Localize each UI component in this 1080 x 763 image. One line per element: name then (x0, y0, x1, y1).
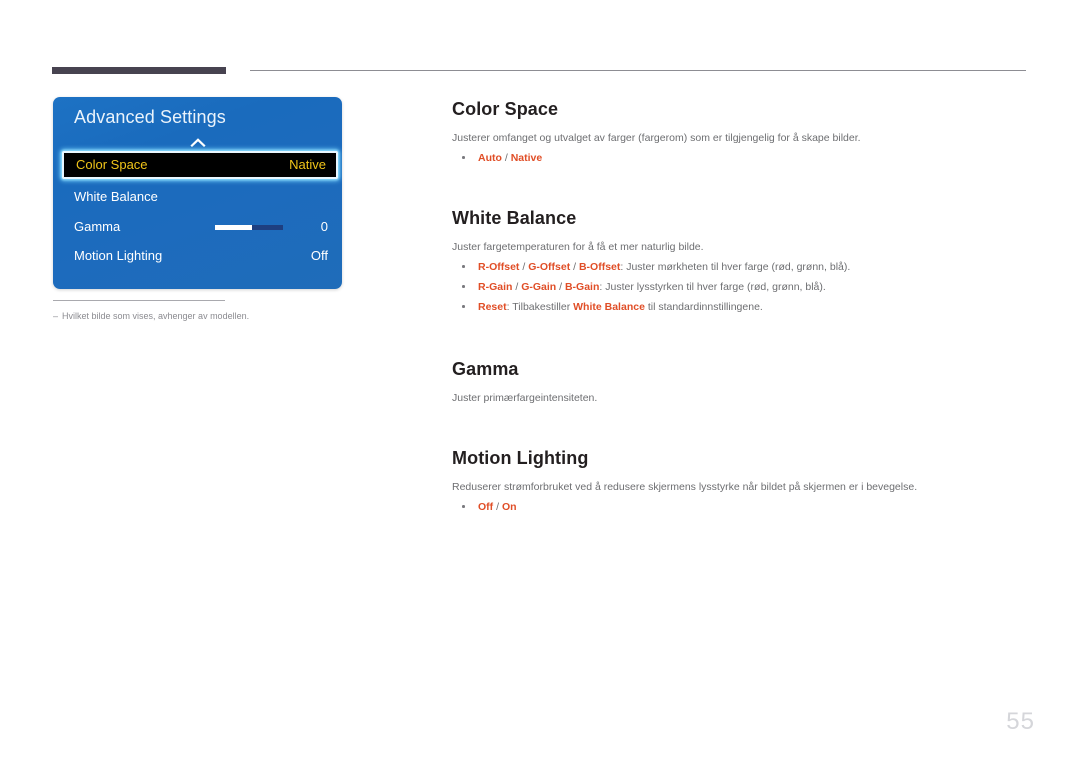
osd-item-motion-lighting[interactable]: Motion Lighting Off (53, 244, 342, 268)
option-text: / (556, 281, 565, 293)
section-options-list: Auto / Native (452, 151, 1032, 165)
gamma-slider-track (252, 225, 283, 230)
header-divider-line (250, 70, 1026, 71)
option-list-item: Reset: Tilbakestiller White Balance til … (452, 300, 1032, 314)
footnote-divider (53, 300, 225, 301)
option-text: : Juster mørkheten til hver farge (rød, … (620, 261, 851, 273)
bullet-dot-icon (462, 285, 465, 288)
option-keyword: On (501, 501, 517, 513)
osd-item-label: White Balance (74, 189, 158, 204)
gamma-value: 0 (320, 219, 328, 234)
osd-item-color-space[interactable]: Color Space Native (62, 151, 338, 179)
osd-item-value: Native (289, 157, 326, 172)
section-heading: Motion Lighting (452, 448, 589, 468)
gamma-slider[interactable] (215, 225, 283, 230)
section-description: Juster fargetemperaturen for å få et mer… (452, 241, 704, 253)
footnote-text-line: – Hvilket bilde som vises, avhenger av mo… (53, 310, 353, 322)
option-text: til standardinnstillingene. (644, 301, 763, 313)
section-heading: White Balance (452, 208, 577, 228)
section-options-list: Off / On (452, 500, 1032, 514)
osd-menu-title: Advanced Settings (74, 107, 226, 127)
option-text: / (519, 261, 529, 273)
option-keyword: R-Offset (478, 261, 520, 273)
option-keyword: Off (478, 501, 494, 513)
option-text: : Juster lysstyrken til hver farge (rød,… (599, 281, 826, 293)
gamma-slider-fill (215, 225, 252, 230)
option-keyword: G-Offset (528, 261, 571, 273)
section-description: Reduserer strømforbruket ved å redusere … (452, 481, 918, 493)
bullet-dot-icon (462, 305, 465, 308)
option-list-item: R-Gain / G-Gain / B-Gain: Juster lysstyr… (452, 280, 1032, 294)
manual-content-column: Color Space Justerer omfanget og utvalge… (452, 98, 1032, 514)
footnote-text: Hvilket bilde som vises, avhenger av mod… (62, 311, 250, 321)
option-text: / (501, 152, 511, 164)
osd-menu-panel: Advanced Settings Color Space Native Whi… (53, 97, 342, 289)
option-list-item: Off / On (452, 500, 1032, 514)
section-color-space: Color Space Justerer omfanget og utvalge… (452, 98, 1032, 165)
option-text: / (570, 261, 579, 273)
option-keyword: G-Gain (521, 281, 557, 293)
osd-item-gamma[interactable]: Gamma 0 (53, 215, 342, 239)
section-gamma: Gamma Juster primærfargeintensiteten. (452, 358, 1032, 405)
bullet-dot-icon (462, 505, 465, 508)
section-motion-lighting: Motion Lighting Reduserer strømforbruket… (452, 447, 1032, 514)
option-keyword: White Balance (573, 301, 645, 313)
option-keyword: Native (510, 152, 543, 164)
chevron-up-icon[interactable] (53, 135, 342, 149)
section-heading: Gamma (452, 359, 519, 379)
section-heading: Color Space (452, 99, 559, 119)
osd-item-label: Motion Lighting (74, 248, 163, 263)
section-description: Justerer omfanget og utvalget av farger … (452, 132, 861, 144)
figure-footnote: – Hvilket bilde som vises, avhenger av mo… (53, 300, 353, 322)
osd-item-value: Off (310, 248, 328, 263)
footnote-dash: – (53, 311, 59, 321)
option-keyword: Reset (478, 301, 507, 313)
osd-item-white-balance[interactable]: White Balance (53, 185, 342, 209)
section-options-list: R-Offset / G-Offset / B-Offset: Juster m… (452, 260, 1032, 314)
page-header-rules (0, 0, 1080, 90)
option-list-item: R-Offset / G-Offset / B-Offset: Juster m… (452, 260, 1032, 274)
section-description: Juster primærfargeintensiteten. (452, 392, 598, 404)
osd-item-label: Gamma (74, 219, 121, 234)
section-white-balance: White Balance Juster fargetemperaturen f… (452, 207, 1032, 314)
option-keyword: R-Gain (478, 281, 513, 293)
option-keyword: Auto (478, 152, 502, 164)
option-list-item: Auto / Native (452, 151, 1032, 165)
osd-item-label: Color Space (76, 157, 148, 172)
option-text: / (493, 501, 502, 513)
bullet-dot-icon (462, 265, 465, 268)
bullet-dot-icon (462, 156, 465, 159)
option-keyword: B-Offset (578, 261, 621, 273)
option-text: / (512, 281, 522, 293)
header-accent-bar (52, 67, 226, 74)
page-number: 55 (1006, 708, 1035, 735)
option-text: : Tilbakestiller (506, 301, 574, 313)
option-keyword: B-Gain (564, 281, 600, 293)
